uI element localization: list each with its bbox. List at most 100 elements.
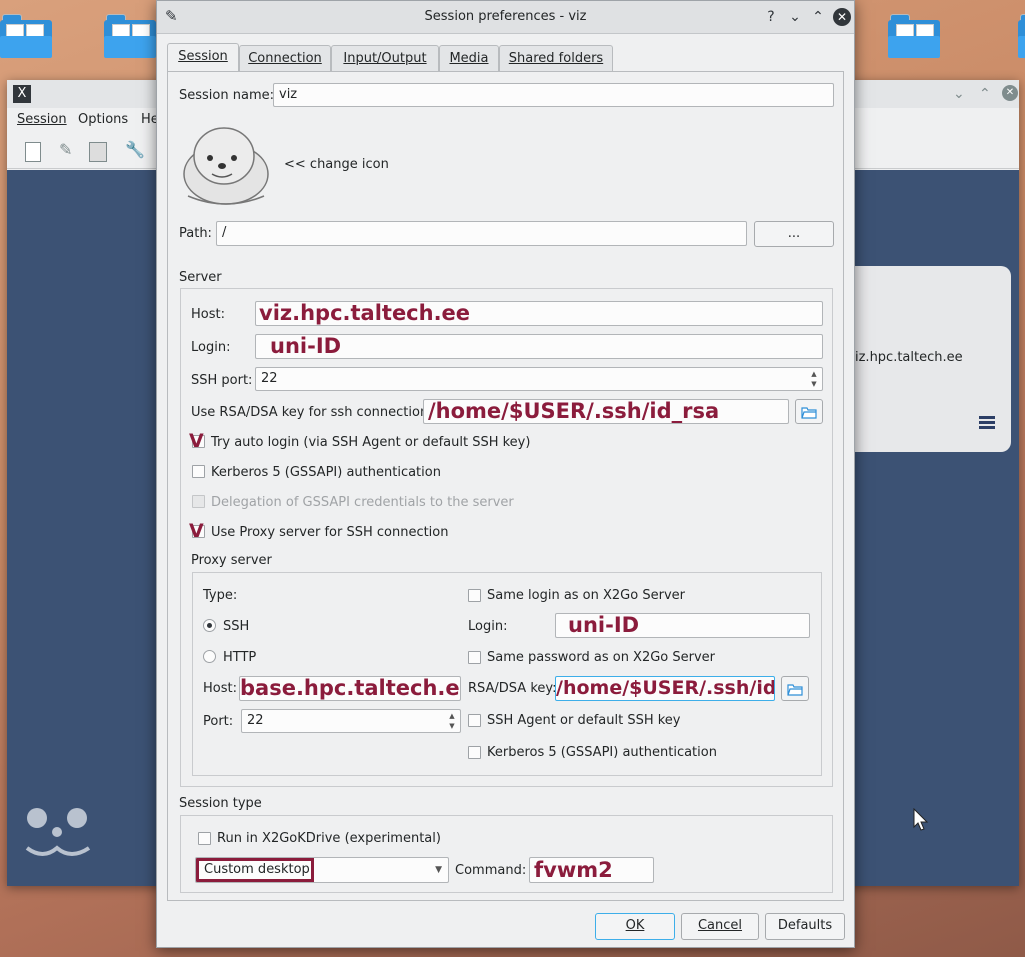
dropdown-arrow-icon: ▼ (435, 865, 442, 875)
session-card-host: iz.hpc.taltech.ee (855, 350, 963, 365)
desktop-folder-icon[interactable] (0, 14, 52, 58)
cancel-button[interactable]: Cancel (681, 913, 759, 940)
proxy-port-spinbox[interactable]: 22 ▲ ▼ (241, 709, 461, 733)
proxy-group: Type: SSH HTTP Host: base.hpc.taltech.ee… (192, 572, 822, 776)
proxy-kerberos-checkbox[interactable] (468, 746, 481, 759)
proxy-login-label: Login: (468, 619, 508, 634)
gssapi-delegation-checkbox (192, 495, 205, 508)
spin-arrows-icon[interactable]: ▲ ▼ (446, 711, 458, 731)
proxy-http-label: HTTP (223, 650, 257, 665)
ssh-port-value: 22 (261, 371, 278, 386)
close-icon[interactable]: ✕ (1002, 85, 1018, 101)
kdrive-label: Run in X2GoKDrive (experimental) (217, 831, 441, 846)
session-menu-icon[interactable] (979, 416, 995, 430)
tab-shared-folders-label: Shared folders (508, 51, 604, 66)
proxy-type-label: Type: (203, 588, 238, 603)
host-label: Host: (191, 307, 225, 322)
spin-arrows-icon[interactable]: ▲ ▼ (808, 369, 820, 389)
close-button[interactable]: ✕ (833, 8, 851, 26)
session-preferences-dialog: ✎ Session preferences - viz ? ⌄ ⌃ ✕ Sess… (156, 0, 855, 948)
session-name-input[interactable]: viz (273, 83, 834, 107)
use-proxy-label: Use Proxy server for SSH connection (211, 525, 449, 540)
minimize-icon[interactable]: ⌄ (953, 86, 965, 102)
auto-login-label: Try auto login (via SSH Agent or default… (211, 435, 531, 450)
preferences-wrench-icon[interactable]: 🔧 (125, 140, 145, 159)
session-name-label: Session name: (179, 88, 274, 103)
tab-connection[interactable]: Connection (239, 45, 331, 71)
edit-icon[interactable]: ✎ (59, 140, 72, 159)
same-login-label: Same login as on X2Go Server (487, 588, 685, 603)
minimize-button[interactable]: ⌄ (785, 7, 805, 27)
maximize-icon[interactable]: ⌃ (979, 86, 991, 102)
kerberos-label: Kerberos 5 (GSSAPI) authentication (211, 465, 441, 480)
tab-media-label: Media (449, 51, 489, 66)
dialog-titlebar: ✎ Session preferences - viz ? ⌄ ⌃ ✕ (157, 1, 854, 34)
path-input[interactable]: / (216, 221, 747, 246)
new-session-icon[interactable] (25, 142, 41, 162)
menu-options[interactable]: Options (78, 112, 128, 127)
server-section-label: Server (179, 270, 222, 285)
command-input[interactable]: fvwm2 (529, 857, 654, 883)
tab-input-output-label: Input/Output (343, 51, 427, 66)
host-input[interactable]: viz.hpc.taltech.ee (255, 301, 823, 326)
session-type-group: Run in X2GoKDrive (experimental) Custom … (180, 815, 833, 893)
folder-open-icon (801, 407, 817, 419)
ssh-port-label: SSH port: (191, 373, 253, 388)
login-label: Login: (191, 340, 231, 355)
proxy-login-input[interactable]: uni-ID (555, 613, 810, 638)
export-icon[interactable] (89, 142, 107, 162)
mouse-cursor-icon (913, 808, 929, 831)
session-seal-icon[interactable] (178, 122, 274, 208)
same-password-label: Same password as on X2Go Server (487, 650, 716, 665)
desktop-folder-icon[interactable] (104, 14, 156, 58)
ssh-agent-checkbox[interactable] (468, 714, 481, 727)
proxy-port-value: 22 (247, 713, 264, 728)
x2go-app-icon: X (13, 85, 31, 103)
help-button[interactable]: ? (761, 7, 781, 27)
browse-proxy-key-button[interactable] (781, 676, 809, 701)
proxy-kerberos-label: Kerberos 5 (GSSAPI) authentication (487, 745, 717, 760)
session-type-section-label: Session type (179, 796, 262, 811)
tab-shared-folders[interactable]: Shared folders (499, 45, 613, 71)
tab-session[interactable]: Session (167, 43, 239, 73)
kerberos-checkbox[interactable] (192, 465, 205, 478)
kdrive-checkbox[interactable] (198, 832, 211, 845)
command-label: Command: (455, 863, 527, 878)
browse-path-button[interactable]: ... (754, 221, 834, 247)
browse-key-button[interactable] (795, 399, 823, 424)
session-tab-panel: Session name: viz << change icon Path: /… (167, 71, 844, 901)
proxy-port-label: Port: (203, 714, 234, 729)
same-login-checkbox[interactable] (468, 589, 481, 602)
same-password-checkbox[interactable] (468, 651, 481, 664)
proxy-host-label: Host: (203, 681, 237, 696)
proxy-ssh-radio[interactable] (203, 619, 216, 632)
path-label: Path: (179, 226, 212, 241)
proxy-key-label: RSA/DSA key: (468, 681, 557, 696)
maximize-button[interactable]: ⌃ (808, 7, 828, 27)
proxy-key-input[interactable]: /home/$USER/.ssh/id_rsa (555, 676, 775, 701)
tab-media[interactable]: Media (439, 45, 499, 71)
auto-login-check-mark: V (189, 430, 204, 452)
desktop-folder-icon[interactable] (1018, 14, 1025, 58)
ssh-key-input[interactable]: /home/$USER/.ssh/id_rsa (423, 399, 789, 424)
x2go-seal-watermark-icon (25, 808, 91, 856)
proxy-host-input[interactable]: base.hpc.taltech.ee (239, 676, 461, 701)
ok-button[interactable]: OK (595, 913, 675, 940)
use-proxy-check-mark: V (189, 520, 204, 542)
ok-label: OK (625, 918, 645, 933)
desktop-folder-icon[interactable] (888, 14, 940, 58)
ssh-port-spinbox[interactable]: 22 ▲ ▼ (255, 367, 823, 391)
tab-connection-label: Connection (248, 51, 322, 66)
proxy-http-radio[interactable] (203, 650, 216, 663)
cancel-label: Cancel (697, 918, 743, 933)
login-input[interactable]: uni-ID (255, 334, 823, 359)
change-icon-button[interactable]: << change icon (284, 157, 389, 172)
ssh-key-label: Use RSA/DSA key for ssh connection: (191, 405, 433, 420)
session-type-select[interactable]: Custom desktop ▼ (195, 857, 449, 883)
menu-session[interactable]: Session (17, 112, 67, 127)
tab-session-label: Session (178, 49, 228, 64)
server-group: Host: viz.hpc.taltech.ee Login: uni-ID S… (180, 288, 833, 787)
tab-input-output[interactable]: Input/Output (331, 45, 439, 71)
defaults-button[interactable]: Defaults (765, 913, 845, 940)
proxy-section-label: Proxy server (191, 553, 272, 568)
